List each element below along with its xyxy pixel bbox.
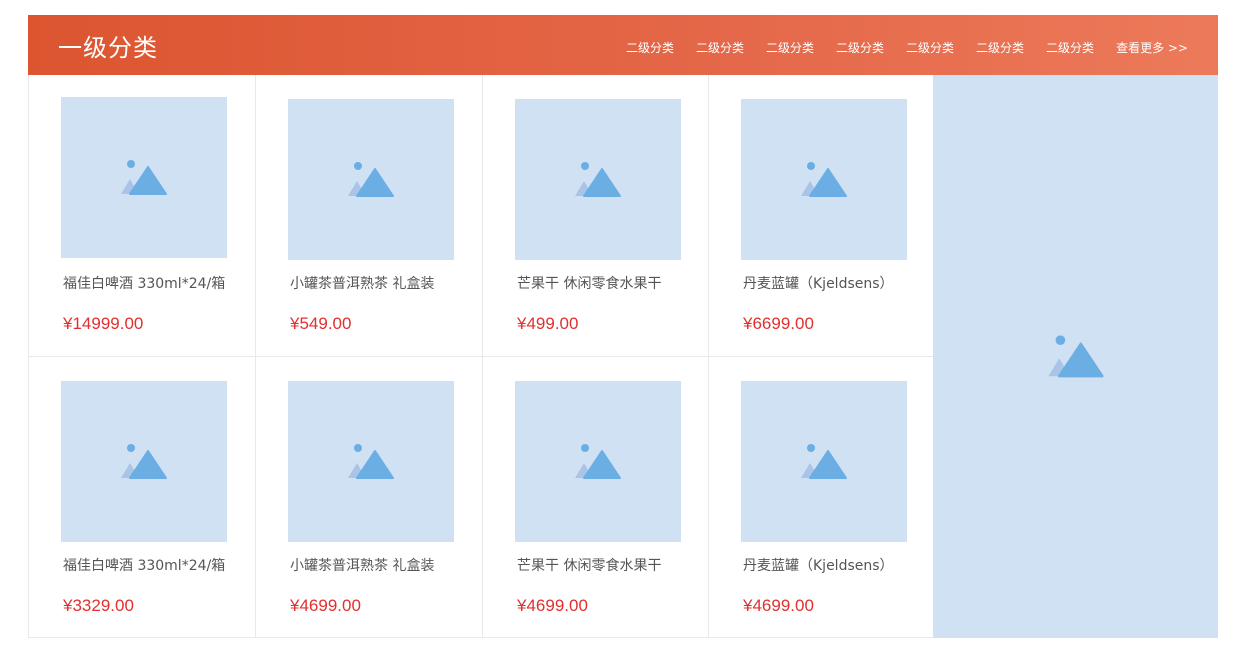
product-image[interactable]: [741, 99, 907, 260]
category-title[interactable]: 一级分类: [58, 28, 158, 63]
product-card[interactable]: 芒果干 休闲零食水果干 ¥499.00: [483, 75, 709, 357]
subcategory-link[interactable]: 二级分类: [906, 39, 954, 56]
view-more-link[interactable]: 查看更多 >>: [1116, 39, 1188, 56]
subcategory-link[interactable]: 二级分类: [696, 39, 744, 56]
promo-banner[interactable]: [933, 75, 1218, 638]
product-card[interactable]: 丹麦蓝罐（Kjeldsens） ¥6699.00: [709, 75, 934, 357]
subcategory-link[interactable]: 二级分类: [976, 39, 1024, 56]
product-image[interactable]: [61, 381, 227, 542]
image-placeholder-icon: [121, 443, 167, 479]
product-card[interactable]: 小罐茶普洱熟茶 礼盒装 ¥549.00: [256, 75, 483, 357]
image-placeholder-icon: [348, 443, 394, 479]
image-placeholder-icon: [575, 161, 621, 197]
product-grid: 福佳白啤酒 330ml*24/箱 ¥14999.00 小罐茶普洱熟茶 礼盒装 ¥…: [28, 75, 934, 638]
product-name[interactable]: 小罐茶普洱熟茶 礼盒装: [290, 555, 434, 575]
product-image[interactable]: [288, 381, 454, 542]
subcategory-link[interactable]: 二级分类: [1046, 39, 1094, 56]
product-name[interactable]: 福佳白啤酒 330ml*24/箱: [63, 555, 225, 575]
subcategory-link[interactable]: 二级分类: [766, 39, 814, 56]
category-header: 一级分类 二级分类 二级分类 二级分类 二级分类 二级分类 二级分类 二级分类 …: [28, 15, 1218, 75]
product-image[interactable]: [61, 97, 227, 258]
image-placeholder-icon: [348, 161, 394, 197]
subcategory-link[interactable]: 二级分类: [836, 39, 884, 56]
category-floor: 一级分类 二级分类 二级分类 二级分类 二级分类 二级分类 二级分类 二级分类 …: [28, 15, 1218, 639]
product-card[interactable]: 福佳白啤酒 330ml*24/箱 ¥14999.00: [29, 75, 256, 357]
floor-content: 福佳白啤酒 330ml*24/箱 ¥14999.00 小罐茶普洱熟茶 礼盒装 ¥…: [28, 75, 1218, 639]
product-price: ¥499.00: [517, 314, 579, 333]
product-price: ¥4699.00: [290, 596, 361, 615]
product-card[interactable]: 小罐茶普洱熟茶 礼盒装 ¥4699.00: [256, 357, 483, 638]
product-price: ¥549.00: [290, 314, 352, 333]
image-placeholder-icon: [121, 159, 167, 195]
product-card[interactable]: 丹麦蓝罐（Kjeldsens） ¥4699.00: [709, 357, 934, 638]
product-name[interactable]: 丹麦蓝罐（Kjeldsens）: [743, 555, 894, 575]
product-name[interactable]: 丹麦蓝罐（Kjeldsens）: [743, 273, 894, 293]
product-price: ¥6699.00: [743, 314, 814, 333]
image-placeholder-icon: [575, 443, 621, 479]
product-card[interactable]: 芒果干 休闲零食水果干 ¥4699.00: [483, 357, 709, 638]
image-placeholder-icon: [801, 161, 847, 197]
product-image[interactable]: [515, 381, 681, 542]
product-image[interactable]: [515, 99, 681, 260]
product-price: ¥3329.00: [63, 596, 134, 615]
product-name[interactable]: 福佳白啤酒 330ml*24/箱: [63, 273, 225, 293]
product-price: ¥4699.00: [743, 596, 814, 615]
image-placeholder-icon: [1047, 334, 1104, 377]
product-card[interactable]: 福佳白啤酒 330ml*24/箱 ¥3329.00: [29, 357, 256, 638]
image-placeholder-icon: [801, 443, 847, 479]
subcategory-nav: 二级分类 二级分类 二级分类 二级分类 二级分类 二级分类 二级分类 查看更多 …: [626, 39, 1188, 56]
product-name[interactable]: 芒果干 休闲零食水果干: [517, 273, 661, 293]
product-price: ¥4699.00: [517, 596, 588, 615]
product-name[interactable]: 小罐茶普洱熟茶 礼盒装: [290, 273, 434, 293]
product-image[interactable]: [288, 99, 454, 260]
product-price: ¥14999.00: [63, 314, 144, 333]
subcategory-link[interactable]: 二级分类: [626, 39, 674, 56]
product-name[interactable]: 芒果干 休闲零食水果干: [517, 555, 661, 575]
product-image[interactable]: [741, 381, 907, 542]
